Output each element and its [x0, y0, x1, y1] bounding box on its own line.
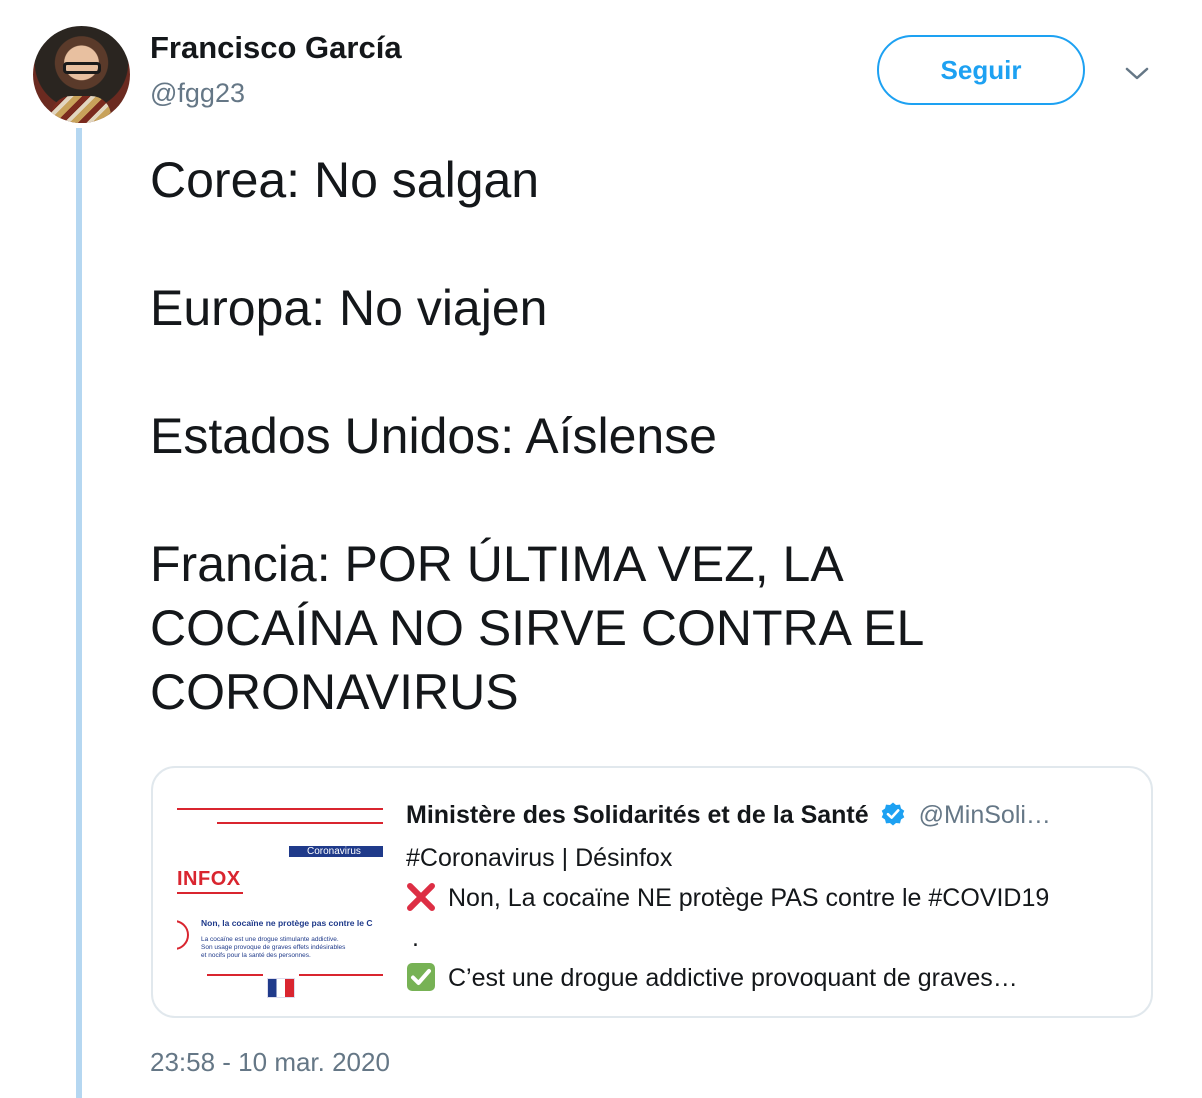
thumbnail-body: La cocaïne est une drogue stimulante add…: [201, 936, 345, 960]
thumbnail-bottom-rule-right: [299, 974, 383, 976]
quoted-tweet-line: #Coronavirus | Désinfox: [406, 844, 673, 872]
avatar-scarf: [51, 96, 111, 123]
verified-badge-icon: [881, 802, 904, 826]
tweet-line: Europa: No viajen: [150, 280, 548, 336]
thumbnail-headline: Non, la cocaïne ne protège pas contre le…: [201, 918, 373, 928]
quoted-tweet-line-text: Non, La cocaïne NE protège PAS contre le…: [448, 884, 1050, 912]
quoted-tweet-line: .: [412, 924, 419, 952]
follow-button[interactable]: Seguir: [877, 35, 1085, 105]
quoted-tweet-line: C’est une drogue addictive provoquant de…: [406, 958, 1136, 998]
thumbnail-banner: Coronavirus: [289, 846, 383, 857]
author-name[interactable]: Francisco García: [150, 30, 402, 66]
tweet-timestamp[interactable]: 23:58 - 10 mar. 2020: [150, 1047, 390, 1078]
republique-francaise-logo: [267, 978, 295, 998]
thumbnail-top-rule: [177, 808, 383, 810]
author-handle[interactable]: @fgg23: [150, 78, 245, 109]
quoted-tweet-text: #Coronavirus | Désinfox Non, La cocaïne …: [406, 838, 1136, 998]
tweet-line: Estados Unidos: Aíslense: [150, 408, 717, 464]
quoted-author-name: Ministère des Solidarités et de la Santé: [406, 801, 869, 829]
author-avatar[interactable]: [33, 26, 130, 123]
check-mark-button-icon: [407, 963, 435, 991]
tweet-line: Corea: No salgan: [150, 152, 540, 208]
thumbnail-title: INFOX: [177, 868, 241, 890]
thumbnail-circle: [177, 920, 189, 950]
thumbnail-bottom-rule-left: [207, 974, 263, 976]
tweet-line: COCAÍNA NO SIRVE CONTRA EL: [150, 600, 925, 656]
quoted-tweet-line: Non, La cocaïne NE protège PAS contre le…: [406, 878, 1136, 918]
avatar-glasses: [63, 62, 101, 74]
quoted-tweet-author[interactable]: Ministère des Solidarités et de la Santé…: [406, 798, 1051, 832]
thumbnail-second-rule: [217, 822, 383, 824]
thumbnail-title-underline: [177, 892, 243, 894]
quoted-tweet-thumbnail[interactable]: Coronavirus INFOX Non, la cocaïne ne pro…: [177, 792, 383, 998]
thumbnail-body-line: et nocifs pour la santé des personnes.: [201, 952, 311, 959]
chevron-down-icon[interactable]: [1122, 58, 1152, 88]
quoted-tweet-line-text: C’est une drogue addictive provoquant de…: [448, 964, 1018, 992]
thumbnail-body-line: Son usage provoque de graves effets indé…: [201, 944, 346, 951]
tweet-line: Francia: POR ÚLTIMA VEZ, LA: [150, 536, 844, 592]
thread-line: [76, 128, 82, 1098]
thumbnail-body-line: La cocaïne est une drogue stimulante add…: [201, 936, 339, 943]
cross-mark-icon: [407, 883, 435, 911]
tweet-text: Corea: No salgan Europa: No viajen Estad…: [150, 148, 1150, 724]
quoted-author-handle: @MinSoli…: [918, 801, 1051, 829]
tweet-line: CORONAVIRUS: [150, 664, 519, 720]
quoted-tweet-card[interactable]: Coronavirus INFOX Non, la cocaïne ne pro…: [151, 766, 1153, 1018]
